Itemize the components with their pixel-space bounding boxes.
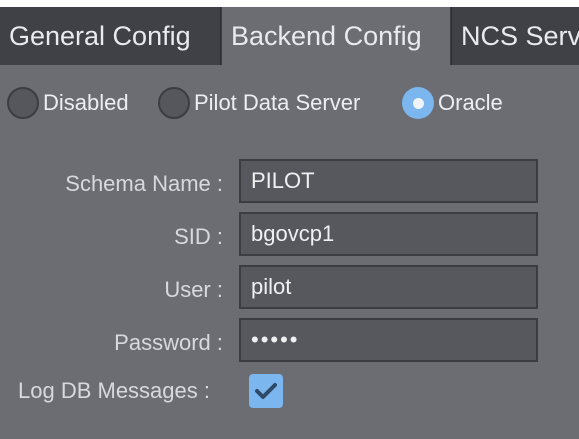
radio-unchecked-icon[interactable] bbox=[7, 87, 39, 119]
sid-input[interactable] bbox=[239, 212, 538, 256]
log-db-messages-checkbox[interactable] bbox=[249, 374, 283, 408]
tab-ncs-server[interactable]: NCS Serv bbox=[451, 7, 579, 65]
tab-backend-config[interactable]: Backend Config bbox=[222, 7, 450, 65]
user-input[interactable] bbox=[239, 265, 538, 309]
schema-name-input[interactable] bbox=[239, 159, 538, 203]
radio-disabled-label: Disabled bbox=[43, 90, 129, 115]
backend-type-radio-group: Disabled Pilot Data Server Oracle bbox=[0, 84, 579, 122]
radio-unchecked-icon[interactable] bbox=[158, 87, 190, 119]
password-label: Password : bbox=[114, 330, 223, 355]
radio-disabled[interactable]: Disabled bbox=[7, 84, 129, 122]
radio-pilot-data-server[interactable]: Pilot Data Server bbox=[158, 84, 360, 122]
sid-label: SID : bbox=[174, 224, 223, 249]
radio-pilot-data-server-label: Pilot Data Server bbox=[194, 90, 361, 115]
tab-general-config[interactable]: General Config bbox=[0, 7, 221, 65]
radio-checked-icon[interactable] bbox=[402, 87, 434, 119]
user-label: User : bbox=[164, 277, 223, 302]
window-top-edge bbox=[0, 0, 579, 7]
tab-bar: General Config Backend Config NCS Serv bbox=[0, 7, 579, 65]
checkmark-icon bbox=[255, 383, 277, 399]
log-db-messages-label: Log DB Messages : bbox=[18, 378, 210, 403]
password-input[interactable] bbox=[239, 318, 538, 362]
schema-name-label: Schema Name : bbox=[65, 171, 223, 196]
radio-oracle[interactable]: Oracle bbox=[402, 84, 503, 122]
radio-oracle-label: Oracle bbox=[438, 90, 503, 115]
